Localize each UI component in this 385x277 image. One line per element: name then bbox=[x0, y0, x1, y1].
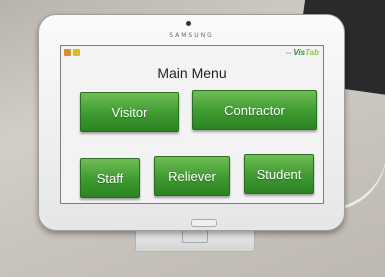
status-icons bbox=[64, 49, 80, 56]
home-app-icon[interactable] bbox=[64, 49, 71, 56]
visitor-button[interactable]: Visitor bbox=[80, 92, 179, 132]
reliever-button[interactable]: Reliever bbox=[154, 156, 230, 196]
staff-button[interactable]: Staff bbox=[80, 158, 140, 198]
photo-scene: SAMSUNG •••• VisTab Main Menu Visitor Con… bbox=[0, 0, 385, 277]
logo-vis: Vis bbox=[293, 48, 306, 57]
front-camera bbox=[186, 21, 191, 26]
vistab-logo: •••• VisTab bbox=[286, 48, 319, 57]
page-title: Main Menu bbox=[157, 65, 227, 81]
contractor-button[interactable]: Contractor bbox=[192, 90, 317, 130]
brand-label: SAMSUNG bbox=[169, 32, 214, 39]
home-button[interactable] bbox=[191, 219, 217, 227]
logo-tab: Tab bbox=[305, 48, 319, 57]
logo-prefix: •••• bbox=[285, 50, 292, 56]
student-button[interactable]: Student bbox=[244, 154, 314, 194]
tablet-screen: •••• VisTab Main Menu Visitor Contractor … bbox=[60, 45, 324, 204]
notification-app-icon[interactable] bbox=[73, 49, 80, 56]
